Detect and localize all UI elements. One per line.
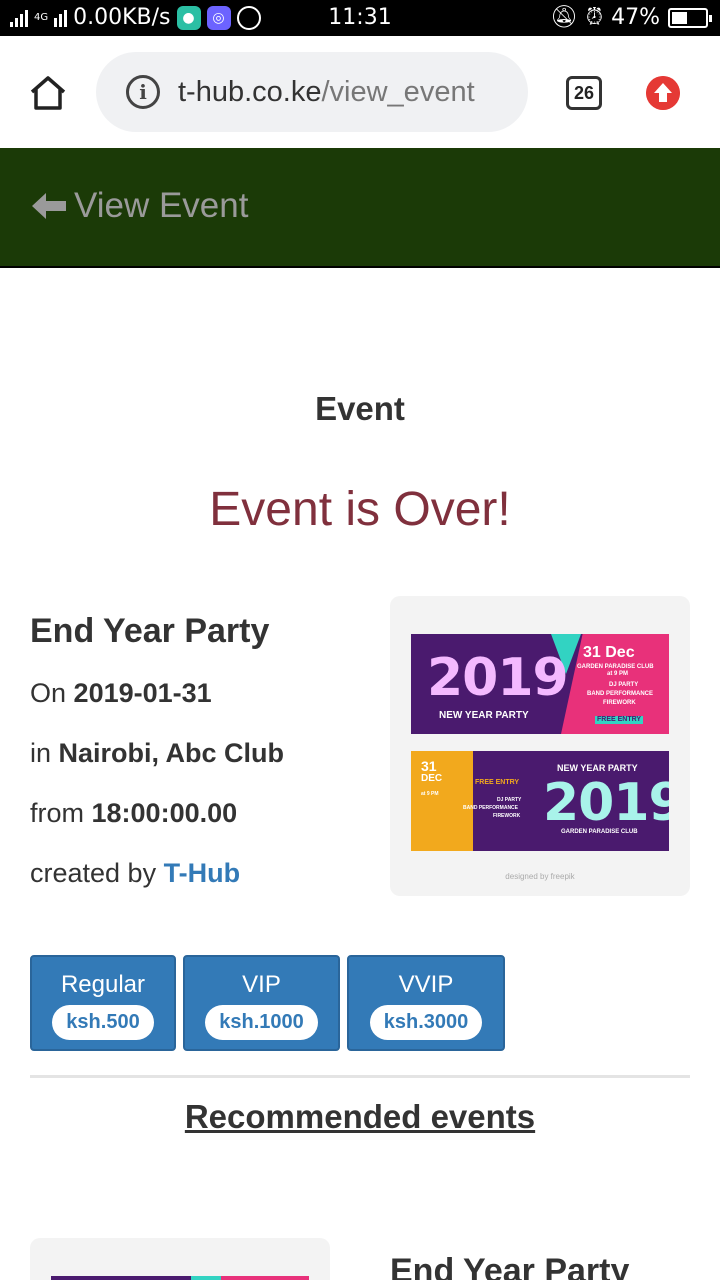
ticket-price: ksh.500 <box>52 1005 154 1040</box>
event-location: in Nairobi, Abc Club <box>30 738 284 769</box>
page-title: View Event <box>74 186 249 225</box>
url-path: /view_event <box>321 75 475 108</box>
status-bar: 4G 0.00KB/s ● ◎ 11:31 🔕︎ ⏰︎ 47% <box>0 0 720 36</box>
ticket-price: ksh.1000 <box>205 1005 318 1040</box>
banner2-line-1: DJ PARTY <box>497 797 522 803</box>
back-button[interactable]: View Event <box>30 186 248 226</box>
app-header: View Event <box>0 148 720 268</box>
recommended-event-image[interactable] <box>30 1238 330 1280</box>
home-icon[interactable] <box>28 74 68 112</box>
banner1-date: 31 Dec <box>583 644 635 661</box>
event-creator: created by T-Hub <box>30 858 240 889</box>
poster-banner-1: 2019 NEW YEAR PARTY 31 Dec GARDEN PARADI… <box>411 634 669 734</box>
banner2-title: NEW YEAR PARTY <box>557 763 638 773</box>
poster-credit: designed by freepik <box>505 872 575 881</box>
tabs-icon[interactable]: 26 <box>566 76 602 110</box>
status-right: 🔕︎ ⏰︎ 47% <box>549 5 712 30</box>
time-value: 18:00:00.00 <box>91 798 238 828</box>
banner2-venue: GARDEN PARADISE CLUB <box>561 829 638 835</box>
event-poster: 2019 NEW YEAR PARTY 31 Dec GARDEN PARADI… <box>390 596 690 896</box>
arrow-left-icon <box>32 193 66 219</box>
banner1-year: 2019 <box>427 648 569 708</box>
date-prefix: On <box>30 678 67 708</box>
banner1-line-2: BAND PERFORMANCE <box>587 691 653 697</box>
banner1-time: at 9 PM <box>607 671 629 677</box>
banner1-entry: FREE ENTRY <box>595 716 644 724</box>
banner1-subtitle: NEW YEAR PARTY <box>439 710 529 721</box>
info-icon[interactable]: i <box>126 75 160 109</box>
recommended-image-strip <box>191 1276 221 1280</box>
battery-icon <box>668 7 712 28</box>
address-bar[interactable]: i t-hub.co.ke/view_event <box>96 52 528 132</box>
location-value: Nairobi, Abc Club <box>58 738 285 768</box>
time-prefix: from <box>30 798 84 828</box>
ticket-vvip-button[interactable]: VVIP ksh.3000 <box>347 955 505 1051</box>
date-value: 2019-01-31 <box>73 678 212 708</box>
poster-banner-2: 31 DEC at 9 PM FREE ENTRY DJ PARTY BAND … <box>411 751 669 851</box>
ticket-vip-button[interactable]: VIP ksh.1000 <box>183 955 340 1051</box>
recommended-heading: Recommended events <box>184 1098 536 1135</box>
banner2-day: 31 <box>421 758 437 774</box>
event-date: On 2019-01-31 <box>30 678 212 709</box>
banner1-line-1: DJ PARTY <box>609 682 639 688</box>
location-prefix: in <box>30 738 52 768</box>
creator-link[interactable]: T-Hub <box>164 858 240 888</box>
ticket-regular-button[interactable]: Regular ksh.500 <box>30 955 176 1051</box>
ticket-name: VIP <box>242 971 281 998</box>
battery-percent: 47% <box>611 5 660 30</box>
battery-fill <box>672 11 687 24</box>
browser-toolbar: i t-hub.co.ke/view_event 26 <box>0 36 720 148</box>
banner2-year: 2019 <box>543 773 669 833</box>
event-title: End Year Party <box>30 612 270 650</box>
recommended-event-title[interactable]: End Year Party <box>390 1252 629 1280</box>
banner2-line-2: BAND PERFORMANCE <box>463 805 518 811</box>
ticket-name: Regular <box>60 971 146 998</box>
section-heading: Event <box>315 390 405 427</box>
divider <box>30 1075 690 1078</box>
ticket-name: VVIP <box>398 971 454 998</box>
creator-prefix: created by <box>30 858 157 888</box>
banner1-line-3: FIREWORK <box>603 700 636 706</box>
banner2-line-3: FIREWORK <box>493 813 521 819</box>
alarm-icon: ⏰︎ <box>585 5 604 30</box>
banner1-venue: GARDEN PARADISE CLUB <box>577 664 654 670</box>
url-text[interactable]: t-hub.co.ke/view_event <box>178 76 475 109</box>
url-host: t-hub.co.ke <box>178 75 322 108</box>
banner2-time: at 9 PM <box>421 791 439 797</box>
recommended-image-strip <box>221 1276 309 1280</box>
ticket-price: ksh.3000 <box>369 1005 483 1040</box>
event-time: from 18:00:00.00 <box>30 798 237 829</box>
event-status-message: Event is Over! <box>209 483 511 536</box>
mute-icon: 🔕︎ <box>549 5 578 30</box>
recommended-image-strip <box>51 1276 191 1280</box>
banner2-month: DEC <box>421 773 443 784</box>
banner2-entry: FREE ENTRY <box>475 779 520 786</box>
update-icon[interactable] <box>646 76 680 110</box>
